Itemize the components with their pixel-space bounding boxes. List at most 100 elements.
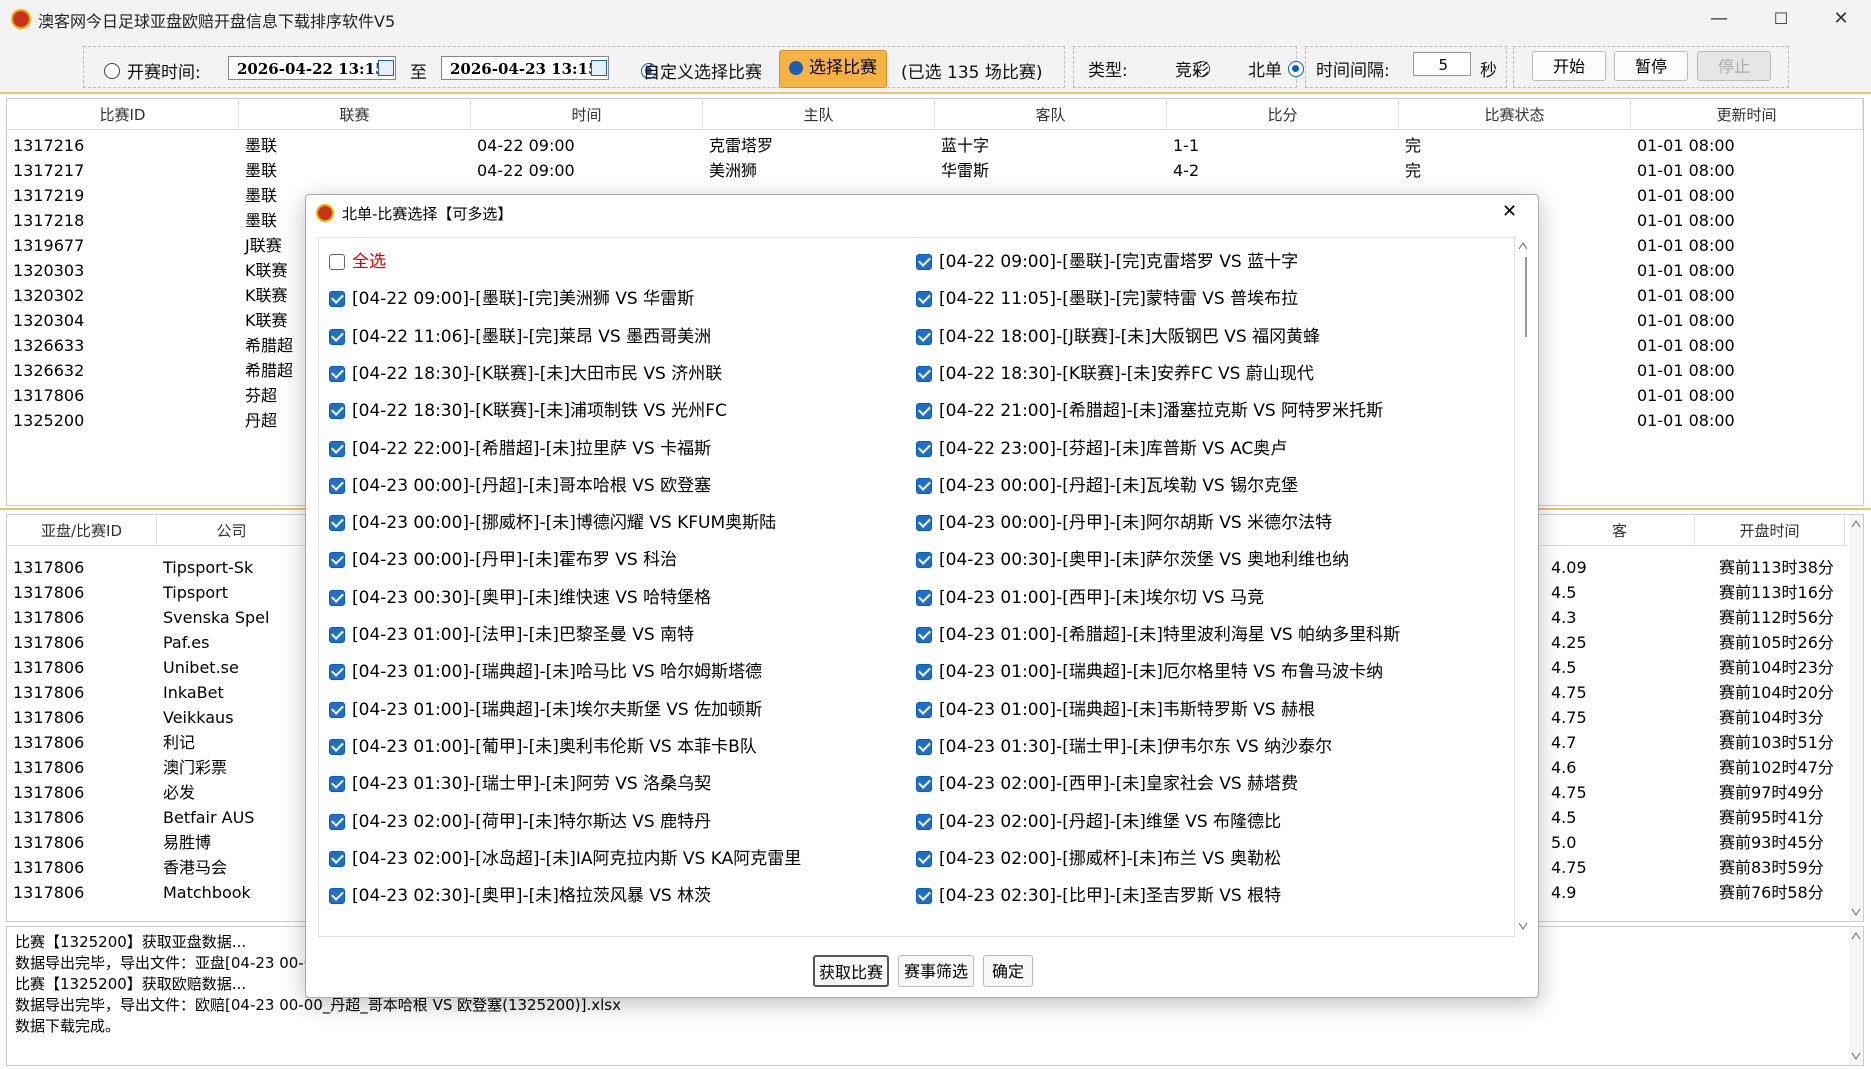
table-row[interactable]: 1317216 墨联 04-22 09:00 克雷塔罗 蓝十字 1-1 完 01-01 08:…: [7, 135, 1863, 156]
select-all-checkbox[interactable]: 全选: [329, 248, 386, 276]
type-beidan-radio[interactable]: [1288, 60, 1305, 77]
table-cell: 4.7: [1551, 733, 1577, 752]
table-cell: Betfair AUS: [163, 808, 255, 827]
match-checkbox-item[interactable]: [04-22 18:30]-[K联赛]-[未]大田市民 VS 济州联: [329, 360, 722, 388]
match-checkbox-item[interactable]: [04-22 11:05]-[墨联]-[完]蒙特雷 VS 普埃布拉: [916, 285, 1298, 313]
app-logo-icon: [316, 204, 334, 222]
match-checkbox-item[interactable]: [04-23 00:00]-[丹超]-[未]瓦埃勒 VS 锡尔克堡: [916, 472, 1298, 500]
column-header[interactable]: 主队: [703, 99, 935, 129]
match-checkbox-item[interactable]: [04-23 01:00]-[瑞典超]-[未]韦斯特罗斯 VS 赫根: [916, 696, 1315, 724]
column-header[interactable]: 比赛ID: [7, 99, 239, 129]
match-checkbox-item[interactable]: [04-22 18:00]-[J联赛]-[未]大阪钢巴 VS 福冈黄蜂: [916, 323, 1320, 351]
match-item-label: [04-23 01:00]-[西甲]-[未]埃尔切 VS 马竞: [939, 587, 1265, 608]
match-checkbox-item[interactable]: [04-23 00:00]-[挪威杯]-[未]博德闪耀 VS KFUM奥斯陆: [329, 509, 776, 537]
column-header[interactable]: 公司: [157, 515, 307, 545]
match-checkbox-item[interactable]: [04-23 01:30]-[瑞士甲]-[未]伊韦尔东 VS 纳沙泰尔: [916, 733, 1332, 761]
calendar-icon[interactable]: [378, 60, 394, 76]
match-checkbox-item[interactable]: [04-23 01:00]-[法甲]-[未]巴黎圣曼 VS 南特: [329, 621, 694, 649]
match-checkbox-item[interactable]: [04-23 02:00]-[西甲]-[未]皇家社会 VS 赫塔费: [916, 770, 1298, 798]
ok-button[interactable]: 确定: [983, 955, 1033, 987]
match-checkbox-item[interactable]: [04-23 01:00]-[西甲]-[未]埃尔切 VS 马竞: [916, 584, 1264, 612]
match-checkbox-item[interactable]: [04-23 02:30]-[奥甲]-[未]格拉茨风暴 VS 林茨: [329, 882, 711, 910]
interval-label: 时间间隔:: [1316, 61, 1390, 81]
match-checkbox-item[interactable]: [04-23 02:00]-[荷甲]-[未]特尔斯达 VS 鹿特丹: [329, 808, 711, 836]
match-checkbox-item[interactable]: [04-23 01:30]-[瑞士甲]-[未]阿劳 VS 洛桑乌契: [329, 770, 711, 798]
dialog-close-button[interactable]: ✕: [1502, 201, 1517, 222]
match-checkbox-item[interactable]: [04-23 02:00]-[丹超]-[未]维堡 VS 布隆德比: [916, 808, 1281, 836]
select-match-button[interactable]: 选择比赛: [779, 50, 887, 88]
match-checkbox-item[interactable]: [04-23 00:00]-[丹超]-[未]哥本哈根 VS 欧登塞: [329, 472, 711, 500]
dialog-title-bar: 北单-比赛选择【可多选】 ✕: [306, 195, 1538, 231]
column-header[interactable]: 客队: [935, 99, 1167, 129]
interval-unit: 秒: [1480, 61, 1497, 81]
table-cell: 01-01 08:00: [1637, 211, 1735, 230]
match-checkbox-item[interactable]: [04-23 02:30]-[比甲]-[未]圣吉罗斯 VS 根特: [916, 882, 1281, 910]
stop-button[interactable]: 停止: [1697, 51, 1771, 81]
open-time-radio[interactable]: [104, 62, 120, 79]
table-cell: 4.6: [1551, 758, 1577, 777]
table-cell: 4.5: [1551, 808, 1577, 827]
column-header[interactable]: 时间: [471, 99, 703, 129]
column-header[interactable]: 客: [1545, 515, 1695, 545]
table-cell: 华雷斯: [941, 161, 990, 180]
checklist-scrollbar[interactable]: [1516, 237, 1530, 935]
table-cell: K联赛: [245, 286, 288, 305]
filter-matches-button[interactable]: 赛事筛选: [898, 955, 974, 987]
start-button[interactable]: 开始: [1532, 51, 1606, 81]
match-checkbox-item[interactable]: [04-23 01:00]-[瑞典超]-[未]哈马比 VS 哈尔姆斯塔德: [329, 658, 762, 686]
match-table-header: 比赛ID 联赛 时间 主队 客队 比分 比赛状态 更新时间: [7, 99, 1863, 130]
match-checkbox-item[interactable]: [04-22 22:00]-[希腊超]-[未]拉里萨 VS 卡福斯: [329, 435, 711, 463]
column-header[interactable]: 联赛: [239, 99, 471, 129]
checkbox-icon: [329, 254, 345, 270]
table-cell: 01-01 08:00: [1637, 311, 1735, 330]
match-item-label: [04-23 00:00]-[丹超]-[未]瓦埃勒 VS 锡尔克堡: [939, 475, 1299, 496]
column-header[interactable]: 比赛状态: [1399, 99, 1631, 129]
table-cell: 赛前113时16分: [1719, 583, 1834, 602]
column-header[interactable]: 亚盘/比赛ID: [7, 515, 157, 545]
column-header[interactable]: 开盘时间: [1695, 515, 1845, 545]
checkbox-checked-icon: [916, 365, 932, 382]
match-checkbox-item[interactable]: [04-23 00:00]-[丹甲]-[未]霍布罗 VS 科治: [329, 546, 677, 574]
match-item-label: [04-22 22:00]-[希腊超]-[未]拉里萨 VS 卡福斯: [352, 438, 712, 459]
log-scrollbar[interactable]: [1849, 927, 1863, 1065]
match-checkbox-item[interactable]: [04-23 01:00]-[瑞典超]-[未]厄尔格里特 VS 布鲁马波卡纳: [916, 658, 1383, 686]
fetch-matches-button[interactable]: 获取比赛: [813, 955, 889, 987]
match-checkbox-item[interactable]: [04-22 18:30]-[K联赛]-[未]安养FC VS 蔚山现代: [916, 360, 1314, 388]
match-checkbox-item[interactable]: [04-23 01:00]-[希腊超]-[未]特里波利海星 VS 帕纳多里科斯: [916, 621, 1400, 649]
match-checkbox-item[interactable]: [04-23 02:00]-[冰岛超]-[未]IA阿克拉内斯 VS KA阿克雷里: [329, 845, 801, 873]
table-cell: 4.75: [1551, 708, 1587, 727]
column-header[interactable]: 比分: [1167, 99, 1399, 129]
checkbox-checked-icon: [329, 813, 345, 830]
match-item-label: [04-23 01:00]-[瑞典超]-[未]厄尔格里特 VS 布鲁马波卡纳: [939, 662, 1384, 683]
start-datetime-input[interactable]: 2026-04-22 13:15: [228, 56, 396, 80]
match-checkbox-item[interactable]: [04-23 01:00]-[葡甲]-[未]奥利韦伦斯 VS 本菲卡B队: [329, 733, 757, 761]
match-checkbox-item[interactable]: [04-23 02:00]-[挪威杯]-[未]布兰 VS 奥勒松: [916, 845, 1281, 873]
pause-button[interactable]: 暂停: [1614, 51, 1688, 81]
match-checkbox-item[interactable]: [04-23 00:30]-[奥甲]-[未]维快速 VS 哈特堡格: [329, 584, 711, 612]
minimize-button[interactable]: —: [1696, 4, 1742, 34]
match-checkbox-item[interactable]: [04-22 11:06]-[墨联]-[完]莱昂 VS 墨西哥美洲: [329, 323, 711, 351]
match-checkbox-item[interactable]: [04-22 23:00]-[芬超]-[未]库普斯 VS AC奥卢: [916, 435, 1287, 463]
end-datetime-input[interactable]: 2026-04-23 13:15: [441, 56, 609, 80]
match-checkbox-item[interactable]: [04-22 18:30]-[K联赛]-[未]浦项制铁 VS 光州FC: [329, 397, 727, 425]
match-checkbox-item[interactable]: [04-22 09:00]-[墨联]-[完]克雷塔罗 VS 蓝十字: [916, 248, 1298, 276]
match-checkbox-item[interactable]: [04-23 00:30]-[奥甲]-[未]萨尔茨堡 VS 奥地利维也纳: [916, 546, 1349, 574]
calendar-icon[interactable]: [591, 60, 607, 76]
table-row[interactable]: 1317217 墨联 04-22 09:00 美洲狮 华雷斯 4-2 完 01-01 08:0…: [7, 160, 1863, 181]
table-cell: 赛前95时41分: [1719, 808, 1824, 827]
table-cell: 利记: [163, 733, 196, 752]
match-checkbox-item[interactable]: [04-23 01:00]-[瑞典超]-[未]埃尔夫斯堡 VS 佐加顿斯: [329, 696, 762, 724]
match-item-label: [04-23 01:00]-[希腊超]-[未]特里波利海星 VS 帕纳多里科斯: [939, 625, 1401, 645]
interval-stepper[interactable]: 5: [1413, 52, 1471, 76]
match-checkbox-item[interactable]: [04-23 00:00]-[丹甲]-[未]阿尔胡斯 VS 米德尔法特: [916, 509, 1332, 537]
table-cell: 01-01 08:00: [1637, 236, 1735, 255]
match-item-label: [04-22 21:00]-[希腊超]-[未]潘塞拉克斯 VS 阿特罗米托斯: [939, 401, 1384, 422]
odds-scrollbar[interactable]: [1849, 515, 1863, 921]
close-window-button[interactable]: ✕: [1818, 4, 1864, 34]
table-cell: 5.0: [1551, 833, 1577, 852]
maximize-button[interactable]: ☐: [1758, 4, 1804, 34]
column-header[interactable]: 更新时间: [1631, 99, 1863, 129]
match-checkbox-item[interactable]: [04-22 21:00]-[希腊超]-[未]潘塞拉克斯 VS 阿特罗米托斯: [916, 397, 1383, 425]
match-checkbox-item[interactable]: [04-22 09:00]-[墨联]-[完]美洲狮 VS 华雷斯: [329, 285, 694, 313]
table-cell: 赛前93时45分: [1719, 833, 1824, 852]
